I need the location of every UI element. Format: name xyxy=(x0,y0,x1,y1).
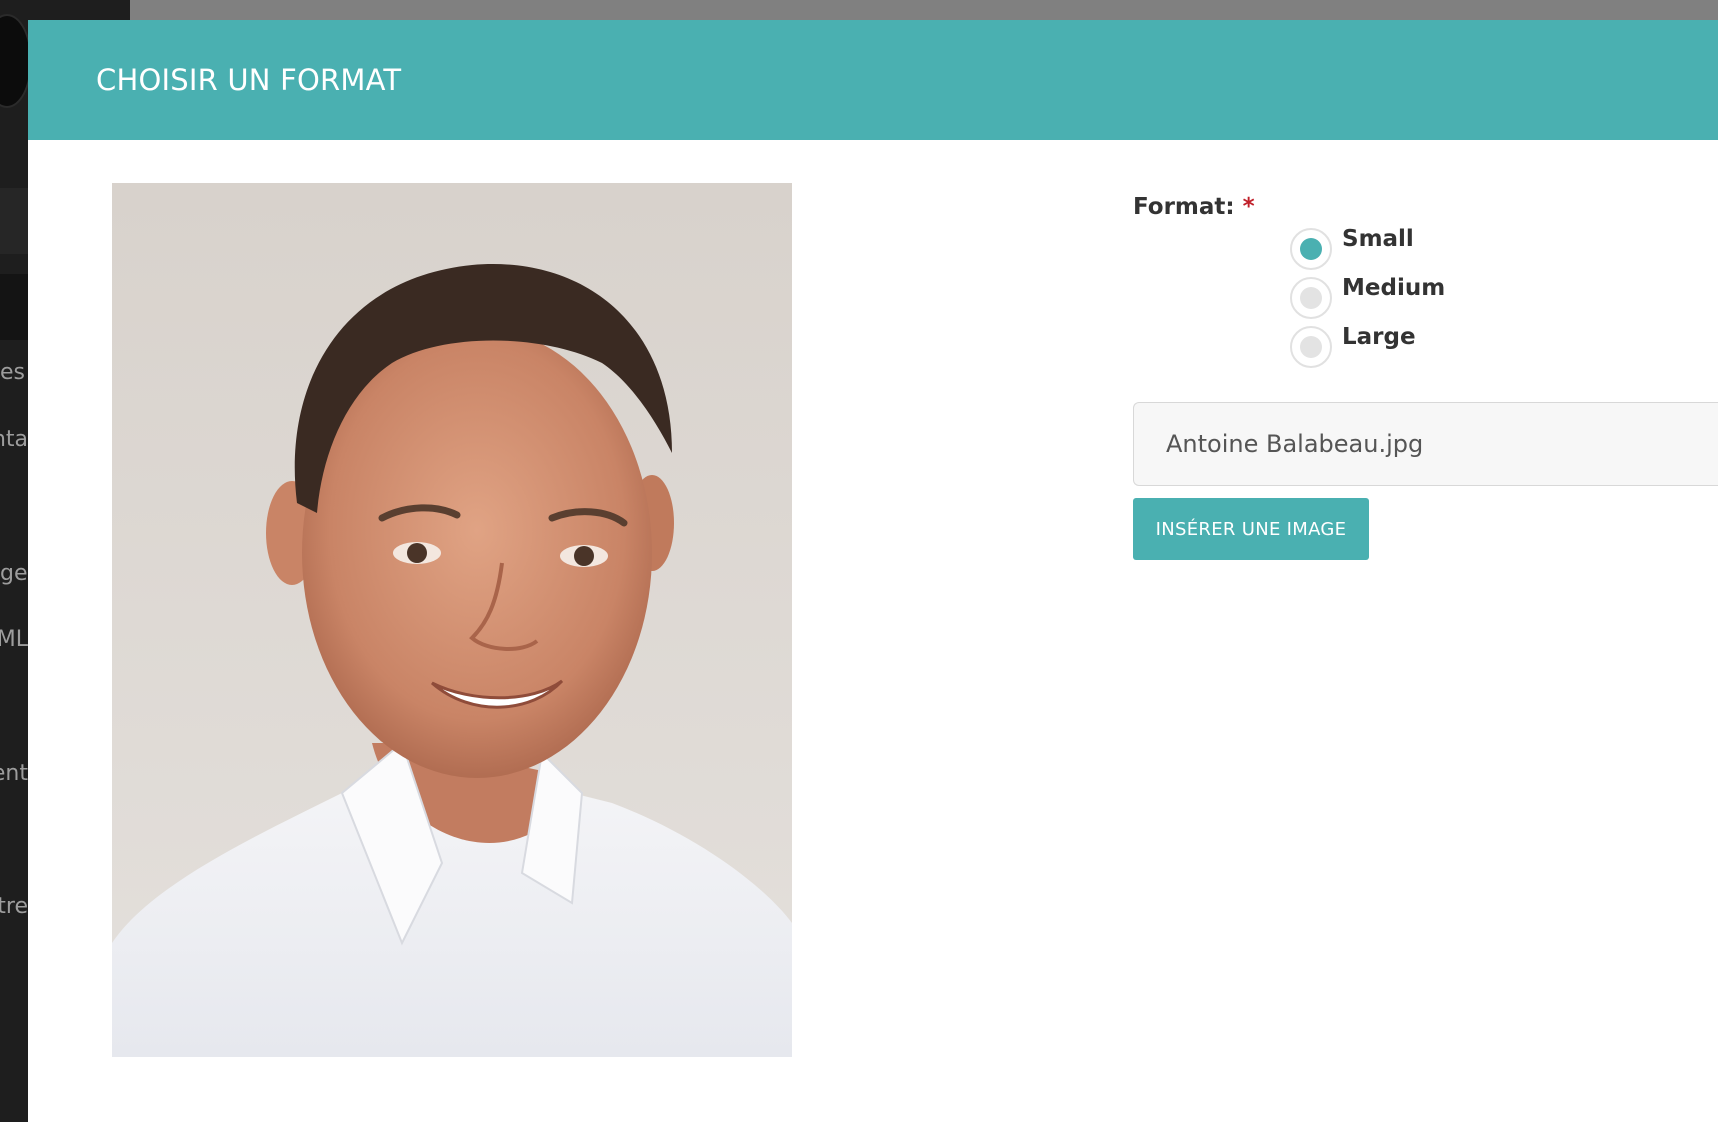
filename-input[interactable] xyxy=(1133,402,1718,486)
image-preview xyxy=(112,183,792,1057)
radio-label-medium[interactable]: Medium xyxy=(1342,275,1445,301)
radio-dot-unchecked xyxy=(1300,287,1322,309)
backdrop-sidebar-item: es xyxy=(0,360,25,385)
format-label: Format: * xyxy=(1133,194,1255,220)
radio-button-medium[interactable] xyxy=(1290,277,1332,319)
radio-dot-unchecked xyxy=(1300,336,1322,358)
radio-label-small[interactable]: Small xyxy=(1342,226,1414,252)
format-modal: CHOISIR UN FORMAT Format: * Small Medium… xyxy=(28,20,1718,1122)
backdrop-topbar xyxy=(130,0,1718,20)
modal-header: CHOISIR UN FORMAT xyxy=(28,20,1718,140)
portrait-photo xyxy=(112,183,792,1057)
backdrop-sidebar-item: ge xyxy=(0,561,28,586)
radio-option-small[interactable]: Small xyxy=(1290,226,1445,275)
format-radio-group: Small Medium Large xyxy=(1290,226,1445,373)
radio-button-small[interactable] xyxy=(1290,228,1332,270)
radio-option-medium[interactable]: Medium xyxy=(1290,275,1445,324)
backdrop-sidebar-item: nta xyxy=(0,427,28,452)
backdrop-sidebar-block xyxy=(0,188,28,254)
insert-image-button[interactable]: INSÉRER UNE IMAGE xyxy=(1133,498,1369,560)
modal-title: CHOISIR UN FORMAT xyxy=(96,63,402,97)
backdrop-sidebar-item: ML xyxy=(0,627,28,652)
radio-option-large[interactable]: Large xyxy=(1290,324,1445,373)
backdrop-sidebar-block xyxy=(0,274,28,340)
format-label-text: Format: xyxy=(1133,194,1235,220)
backdrop-sidebar-item: tre xyxy=(0,894,28,919)
radio-button-large[interactable] xyxy=(1290,326,1332,368)
radio-dot-checked xyxy=(1300,238,1322,260)
radio-label-large[interactable]: Large xyxy=(1342,324,1416,350)
backdrop-sidebar-item: ent xyxy=(0,761,28,786)
required-indicator: * xyxy=(1242,194,1255,220)
